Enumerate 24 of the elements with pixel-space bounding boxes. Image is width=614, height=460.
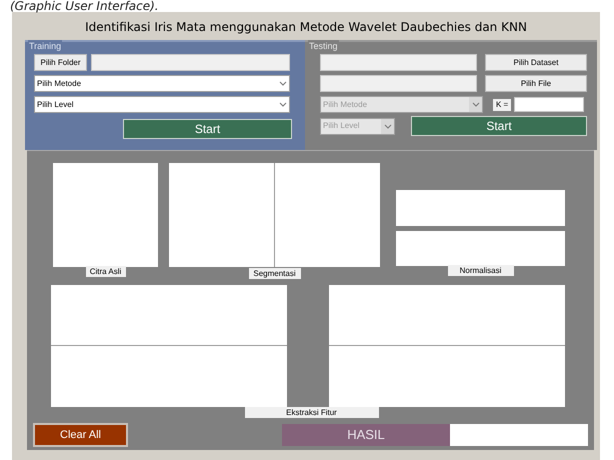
- panel-title: Training: [28, 40, 62, 54]
- chevron-icon: [381, 118, 394, 134]
- dataset-path-field[interactable]: [320, 54, 477, 71]
- file-path-field[interactable]: [320, 75, 477, 92]
- folder-button[interactable]: Pilih Folder: [34, 54, 87, 71]
- clear-all-button[interactable]: Clear All: [33, 423, 128, 447]
- start-button[interactable]: Start: [411, 116, 587, 136]
- k-label: K =: [493, 98, 512, 110]
- axes-label: Ekstraksi Fitur: [244, 407, 378, 418]
- window-title: Identifikasi Iris Mata menggunakan Metode Wavelet Daubechies dan KNN: [84, 19, 528, 36]
- folder-path-field[interactable]: [91, 54, 290, 71]
- result-label: HASIL: [282, 424, 450, 446]
- axes-label: Normalisasi: [448, 265, 514, 276]
- file-button[interactable]: Pilih File: [485, 75, 587, 92]
- caption: (Graphic User Interface).: [9, 0, 160, 12]
- dataset-button[interactable]: Pilih Dataset: [485, 54, 587, 71]
- dropdown[interactable]: Pilih Level: [34, 96, 290, 113]
- k-value-field[interactable]: [514, 97, 584, 112]
- panel-title: Testing: [308, 40, 339, 54]
- chevron-icon: [469, 97, 482, 112]
- start-button[interactable]: Start: [123, 119, 292, 139]
- axes-label: Segmentasi: [248, 268, 300, 279]
- dropdown[interactable]: Pilih Metode: [34, 75, 290, 92]
- axes-label: Citra Asli: [86, 266, 126, 277]
